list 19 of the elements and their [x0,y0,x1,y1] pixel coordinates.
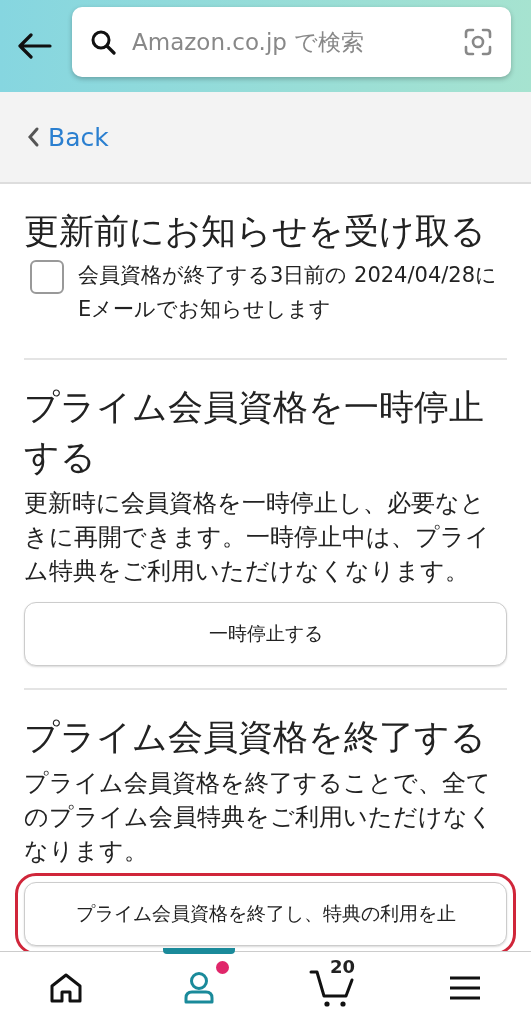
section-heading: 更新前にお知らせを受け取る [24,210,487,253]
back-link[interactable]: Back [26,122,109,152]
checkbox[interactable] [30,260,64,294]
menu-icon [448,975,481,1001]
camera-scan-icon[interactable] [463,27,493,57]
section-heading: プライム会員資格を一時停止する [24,386,485,479]
action-button[interactable]: 一時停止する [24,602,507,666]
section-heading: プライム会員資格を終了する [24,716,487,759]
person-icon [183,971,216,1005]
section-description: プライム会員資格を終了することで、全てのプライム会員特典をご利用いただけなくなります。 [24,768,494,867]
home-icon [49,972,84,1004]
back-arrow-icon[interactable] [18,33,52,59]
section-description: 更新時に会員資格を一時停止し、必要なときに再開できます。一時停止中は、プライム特典をご利用いただけなくなります。 [24,488,491,587]
search-bar[interactable]: Amazon.co.jp で検索 [72,7,511,77]
nav-tab[interactable]: 20 [265,952,399,1024]
search-field[interactable]: Amazon.co.jp で検索 [130,28,449,56]
search-icon [90,29,116,55]
checkbox-label: 会員資格が終了する3日前の 2024/04/28にEメールでお知らせします [78,262,499,323]
chevron-left-icon [26,126,40,148]
